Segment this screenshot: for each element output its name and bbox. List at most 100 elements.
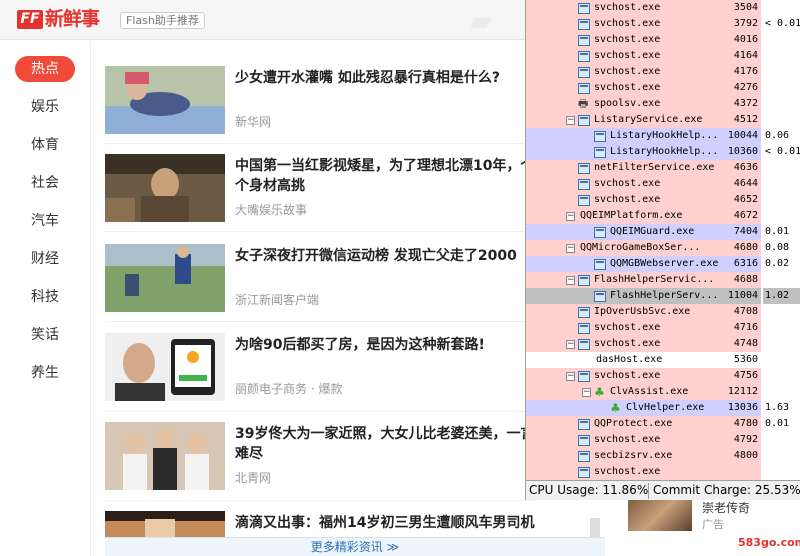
process-name: svchost.exe: [594, 82, 661, 93]
news-thumbnail[interactable]: [105, 244, 225, 312]
news-title[interactable]: 为啥90后都买了房，是因为这种新套路!: [235, 335, 535, 355]
process-pid: 3504: [721, 0, 761, 16]
nav-item[interactable]: 养生: [15, 360, 75, 386]
process-row[interactable]: − svchost.exe 4756: [526, 368, 800, 384]
process-row[interactable]: ♣ ClvHelper.exe 13036 1.63: [526, 400, 800, 416]
news-title[interactable]: 39岁佟大为一家近照，大女儿比老婆还美，一言难尽: [235, 424, 535, 464]
collapse-toggle-icon[interactable]: −: [566, 212, 575, 221]
news-title[interactable]: 中国第一当红影视矮星，为了理想北漂10年，个个身材高挑: [235, 156, 535, 196]
process-row[interactable]: 🖶 spoolsv.exe 4372: [526, 96, 800, 112]
nav-item[interactable]: 汽车: [15, 208, 75, 234]
news-item[interactable]: 少女遭开水灌嘴 如此残忍暴行真相是什么? 新华网: [105, 66, 535, 134]
news-title[interactable]: 女子深夜打开微信运动榜 发现亡父走了2000: [235, 246, 535, 266]
nav-item[interactable]: 热点: [15, 56, 75, 82]
process-row[interactable]: QQEIMGuard.exe 7404 0.01: [526, 224, 800, 240]
process-cpu: [763, 464, 800, 480]
news-item[interactable]: 滴滴又出事：福州14岁初三男生遭顺风车男司机猥亵: [105, 511, 535, 537]
app-logo-icon: FF: [17, 10, 43, 29]
scrollbar[interactable]: [590, 518, 600, 537]
news-thumbnail[interactable]: [105, 422, 225, 490]
process-name: ClvHelper.exe: [626, 402, 705, 413]
process-row[interactable]: svchost.exe: [526, 464, 800, 480]
news-item[interactable]: 为啥90后都买了房，是因为这种新套路! 丽颜电子商务 · 爆款: [105, 333, 535, 401]
news-thumbnail[interactable]: [105, 511, 225, 537]
process-name: dasHost.exe: [596, 354, 663, 365]
process-pid: 4164: [721, 48, 761, 64]
process-row[interactable]: QQMGBWebserver.exe 6316 0.02: [526, 256, 800, 272]
ad-image[interactable]: [628, 497, 692, 531]
process-row[interactable]: svchost.exe 4176: [526, 64, 800, 80]
process-name-cell: svchost.exe: [526, 464, 721, 480]
news-item[interactable]: 39岁佟大为一家近照，大女儿比老婆还美，一言难尽 北青网: [105, 422, 535, 490]
nav-item[interactable]: 笑话: [15, 322, 75, 348]
nav-item[interactable]: 科技: [15, 284, 75, 310]
news-thumbnail[interactable]: [105, 154, 225, 222]
collapse-toggle-icon[interactable]: −: [582, 388, 591, 397]
printer-icon: 🖶: [578, 97, 589, 110]
news-source: 新华网: [235, 115, 272, 129]
news-item[interactable]: 中国第一当红影视矮星，为了理想北漂10年，个个身材高挑 大嘴娱乐故事: [105, 154, 535, 222]
nav-item[interactable]: 娱乐: [15, 94, 75, 120]
process-pid: 4680: [721, 240, 761, 256]
nav-item[interactable]: 财经: [15, 246, 75, 272]
collapse-toggle-icon[interactable]: −: [566, 244, 575, 253]
process-row[interactable]: − QQEIMPlatform.exe 4672: [526, 208, 800, 224]
nav-item[interactable]: 体育: [15, 132, 75, 158]
process-window-icon: [578, 115, 590, 126]
process-name: svchost.exe: [594, 322, 661, 333]
process-pid: 4636: [721, 160, 761, 176]
process-row[interactable]: svchost.exe 4644: [526, 176, 800, 192]
process-row[interactable]: svchost.exe 4716: [526, 320, 800, 336]
process-name-cell: svchost.exe: [526, 320, 721, 336]
collapse-toggle-icon[interactable]: −: [566, 276, 575, 285]
more-news-link[interactable]: 更多精彩资讯 ≫: [105, 537, 605, 556]
process-row[interactable]: − FlashHelperServic... 4688: [526, 272, 800, 288]
process-pid: 5360: [721, 352, 761, 368]
process-row[interactable]: svchost.exe 4652: [526, 192, 800, 208]
news-source: 浙江新闻客户端: [235, 293, 320, 307]
process-row[interactable]: − ♣ ClvAssist.exe 12112: [526, 384, 800, 400]
process-cpu: [763, 384, 800, 400]
ad-title[interactable]: 崇老传奇: [702, 500, 750, 516]
collapse-toggle-icon[interactable]: −: [566, 340, 575, 349]
nav-item[interactable]: 社会: [15, 170, 75, 196]
news-separator: [105, 500, 535, 501]
process-row[interactable]: svchost.exe 4276: [526, 80, 800, 96]
process-window-icon: [594, 227, 606, 238]
news-item[interactable]: 女子深夜打开微信运动榜 发现亡父走了2000 浙江新闻客户端: [105, 244, 535, 312]
process-row[interactable]: ListaryHookHelp... 10360 < 0.01: [526, 144, 800, 160]
header-decoration: ▰: [470, 4, 492, 37]
process-name-cell: QQEIMGuard.exe: [526, 224, 721, 240]
process-row[interactable]: svchost.exe 3792 < 0.01: [526, 16, 800, 32]
process-window-icon: [578, 51, 590, 62]
process-row[interactable]: FlashHelperServ... 11004 1.02: [526, 288, 800, 304]
process-row[interactable]: netFilterService.exe 4636: [526, 160, 800, 176]
process-window-icon: [578, 323, 590, 334]
news-thumbnail[interactable]: [105, 333, 225, 401]
news-title[interactable]: 少女遭开水灌嘴 如此残忍暴行真相是什么?: [235, 68, 535, 88]
cpu-usage: CPU Usage: 11.86%: [529, 483, 649, 497]
process-row[interactable]: IpOverUsbSvc.exe 4708: [526, 304, 800, 320]
process-row[interactable]: − ListaryService.exe 4512: [526, 112, 800, 128]
process-pid: 13036: [721, 400, 761, 416]
process-row[interactable]: QQProtect.exe 4780 0.01: [526, 416, 800, 432]
clover-icon: ♣: [610, 401, 621, 415]
collapse-toggle-icon[interactable]: −: [566, 372, 575, 381]
process-name-cell: svchost.exe: [526, 192, 721, 208]
process-row[interactable]: ListaryHookHelp... 10044 0.06: [526, 128, 800, 144]
news-thumbnail[interactable]: [105, 66, 225, 134]
process-cpu: < 0.01: [763, 16, 800, 32]
app-title: 新鲜事: [45, 8, 100, 30]
process-row[interactable]: svchost.exe 4792: [526, 432, 800, 448]
process-name: IpOverUsbSvc.exe: [594, 306, 691, 317]
process-row[interactable]: svchost.exe 4016: [526, 32, 800, 48]
process-row[interactable]: svchost.exe 4164: [526, 48, 800, 64]
collapse-toggle-icon[interactable]: −: [566, 116, 575, 125]
process-cpu: [763, 96, 800, 112]
process-row[interactable]: dasHost.exe 5360: [526, 352, 800, 368]
process-row[interactable]: − QQMicroGameBoxSer... 4680 0.08: [526, 240, 800, 256]
news-title[interactable]: 滴滴又出事：福州14岁初三男生遭顺风车男司机猥亵: [235, 513, 535, 533]
process-row[interactable]: svchost.exe 3504: [526, 0, 800, 16]
process-row[interactable]: secbizsrv.exe 4800: [526, 448, 800, 464]
process-row[interactable]: − svchost.exe 4748: [526, 336, 800, 352]
